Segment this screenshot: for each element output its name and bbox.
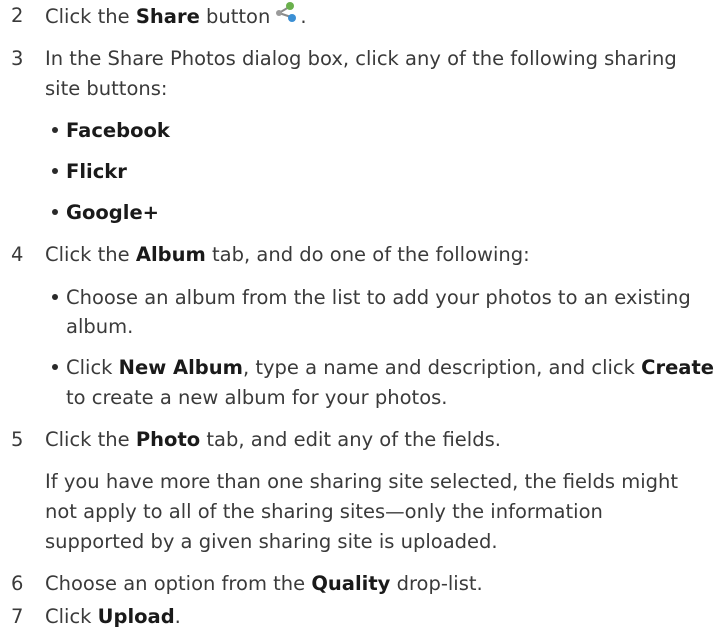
photo-label: Photo	[135, 428, 201, 451]
step-text: Click the	[45, 5, 136, 28]
album-label: Album	[135, 243, 206, 266]
step-text: drop-list.	[390, 572, 483, 595]
step-text: .	[300, 5, 307, 28]
bullet-icon	[52, 293, 58, 300]
bullet-text: , type a name and description, and click	[242, 356, 642, 379]
list-item: Click New Album, type a name and descrip…	[52, 355, 714, 381]
step-text: Click	[45, 605, 98, 628]
bullet-icon	[52, 208, 58, 215]
new-album-label: New Album	[118, 356, 243, 379]
step-number: 3	[11, 47, 24, 70]
flickr-label: Flickr	[66, 160, 127, 183]
share-icon	[274, 1, 300, 30]
list-item: Choose an album from the list to add you…	[52, 285, 691, 311]
step-number: 5	[11, 428, 24, 451]
share-label: Share	[135, 5, 200, 28]
list-item: Flickr	[52, 159, 127, 185]
bullet-text: to create a new album for your photos.	[66, 386, 448, 409]
quality-label: Quality	[311, 572, 391, 595]
google-plus-label: Google+	[66, 201, 160, 224]
step-text: tab, and do one of the following:	[205, 243, 530, 266]
facebook-label: Facebook	[66, 119, 170, 142]
step-note: not apply to all of the sharing sites—on…	[45, 500, 603, 523]
step-number: 7	[11, 605, 24, 628]
bullet-text: Click	[66, 356, 119, 379]
create-label: Create	[641, 356, 714, 379]
step-number: 6	[11, 572, 24, 595]
bullet-icon	[52, 363, 58, 370]
step-text: Click the	[45, 243, 136, 266]
bullet-icon	[52, 167, 58, 174]
bullet-text: Choose an album from the list to add you…	[66, 286, 691, 309]
step-text: button	[199, 5, 271, 28]
step-number: 2	[11, 4, 24, 27]
step-text: In the Share Photos dialog box, click an…	[45, 47, 677, 70]
step-text: Click the	[45, 428, 136, 451]
step-number: 4	[11, 243, 24, 266]
instructions-document: 2 Click the Share button . 3 In the Shar…	[0, 0, 715, 632]
step-note: supported by a given sharing site is upl…	[45, 530, 498, 553]
step-text: Choose an option from the	[45, 572, 312, 595]
list-item: Google+	[52, 200, 159, 226]
step-text: .	[174, 605, 181, 628]
upload-label: Upload	[97, 605, 175, 628]
step-note: If you have more than one sharing site s…	[45, 470, 678, 493]
list-item: Facebook	[52, 118, 170, 144]
bullet-text: album.	[66, 315, 134, 338]
step-text: tab, and edit any of the fields.	[200, 428, 501, 451]
step-text: site buttons:	[45, 77, 168, 100]
bullet-icon	[52, 126, 58, 133]
